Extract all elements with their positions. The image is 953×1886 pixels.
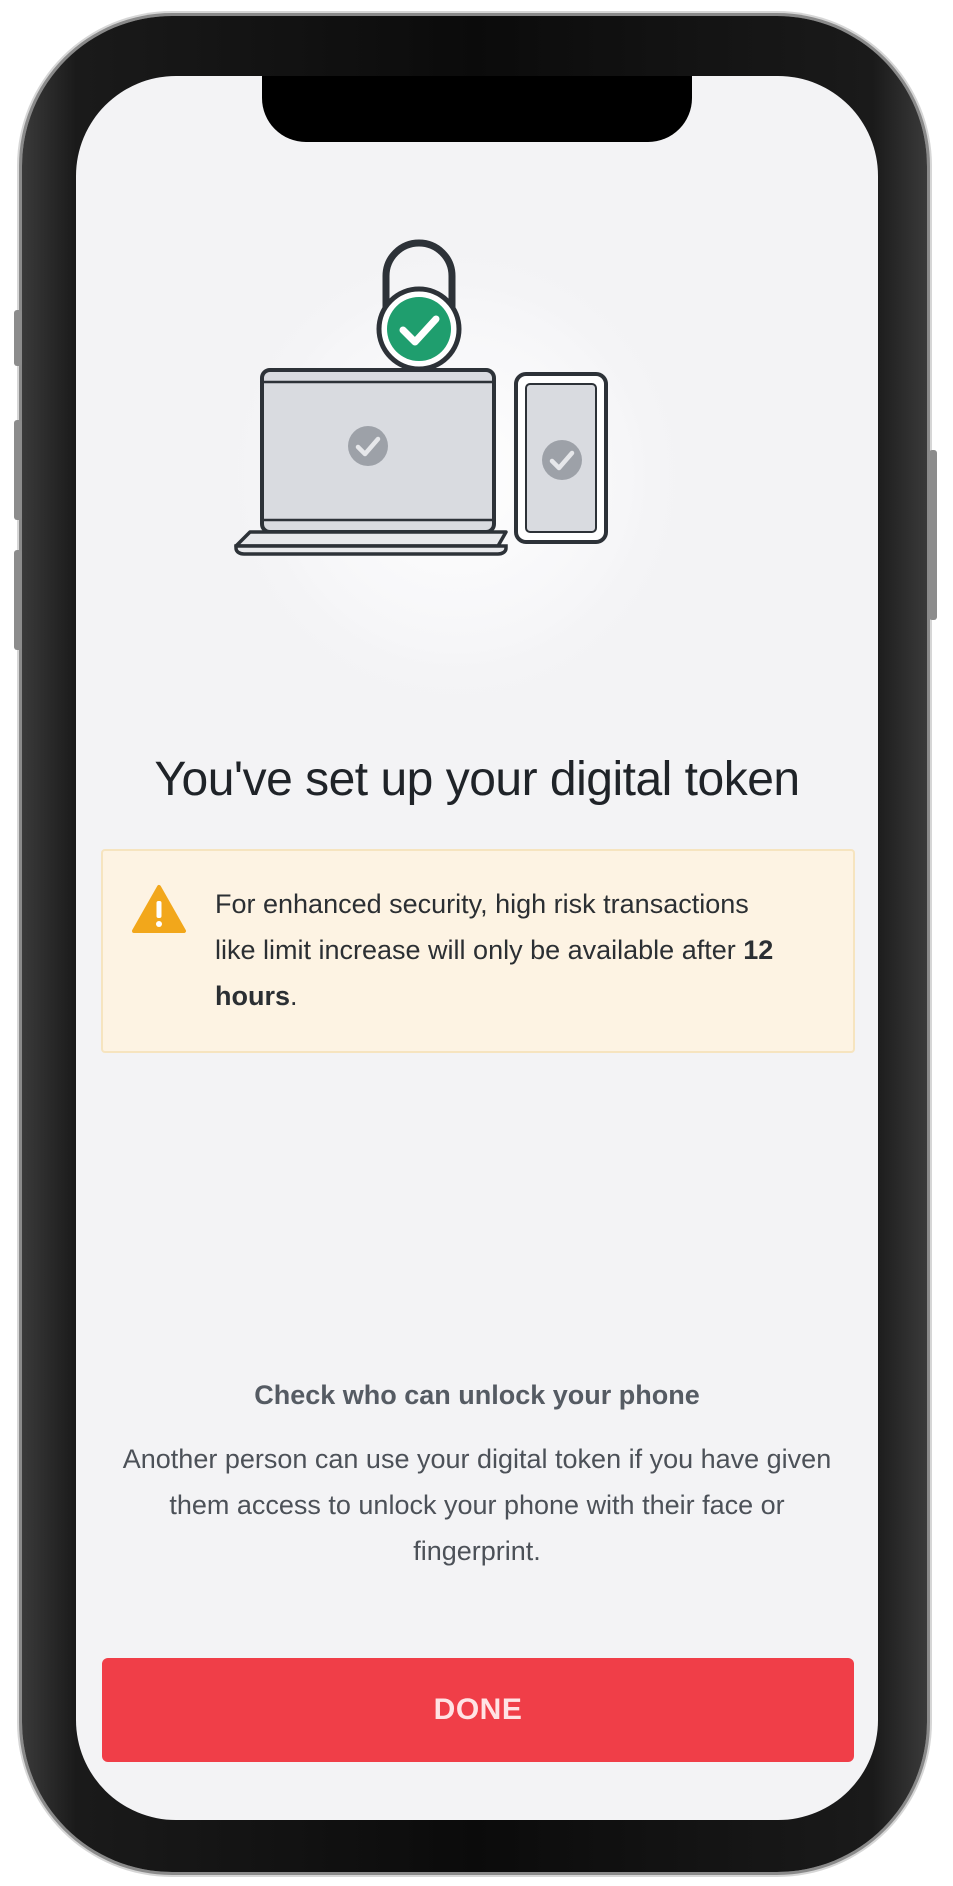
volume-up-button: [14, 420, 22, 520]
unlock-heading: Check who can unlock your phone: [254, 1380, 700, 1410]
check-badge-icon: [376, 286, 462, 372]
security-warning-banner: For enhanced security, high risk transac…: [101, 849, 855, 1053]
warning-message: For enhanced security, high risk transac…: [215, 881, 775, 1019]
page-title: You've set up your digital token: [154, 753, 800, 806]
phone-screen: You've set up your digital token For enh…: [76, 76, 878, 1820]
warning-text-main: For enhanced security, high risk transac…: [215, 889, 749, 965]
unlock-description: Another person can use your digital toke…: [122, 1444, 832, 1566]
token-illustration: [216, 236, 696, 696]
device-mockup: You've set up your digital token For enh…: [0, 0, 953, 1886]
phone-icon: [514, 372, 608, 544]
volume-down-button: [14, 550, 22, 650]
warning-text-end: .: [290, 981, 298, 1011]
laptop-icon: [234, 368, 508, 556]
warning-icon: [132, 885, 186, 933]
done-button[interactable]: DONE: [102, 1658, 854, 1762]
power-button: [929, 450, 937, 620]
silent-switch: [14, 310, 22, 366]
